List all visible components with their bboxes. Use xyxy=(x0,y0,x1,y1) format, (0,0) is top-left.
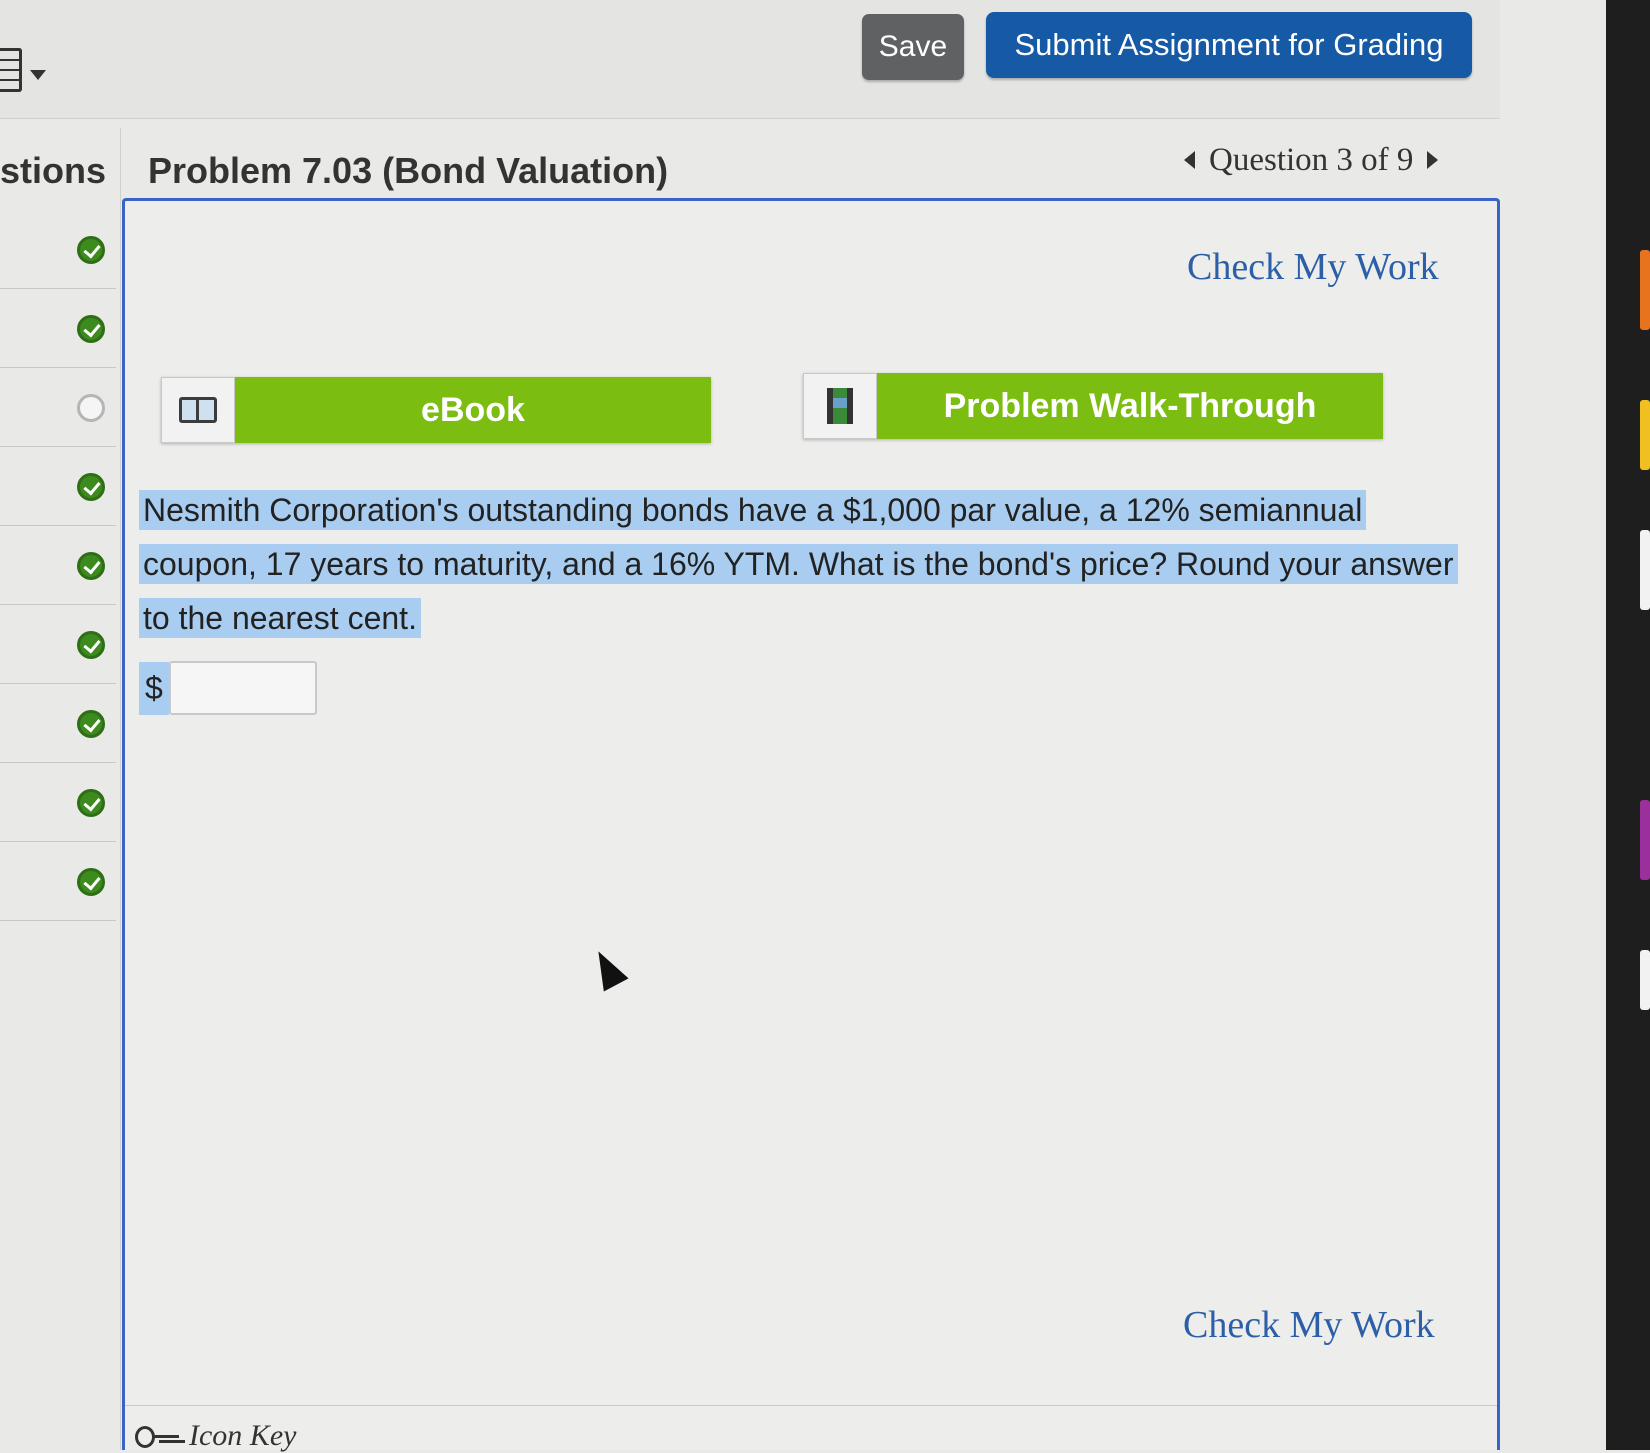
questions-sidebar-title: stions xyxy=(0,150,107,191)
sidebar-divider xyxy=(120,128,121,1450)
check-my-work-link-bottom[interactable]: Check My Work xyxy=(1183,1303,1435,1347)
edge-tab-yellow xyxy=(1640,400,1650,470)
calendar-menu-icon[interactable] xyxy=(0,48,22,92)
chevron-down-icon[interactable] xyxy=(30,70,46,80)
answered-check-icon xyxy=(77,789,105,817)
top-toolbar: Save Submit Assignment for Grading xyxy=(0,0,1500,119)
key-icon xyxy=(135,1426,179,1448)
question-text-highlighted: Nesmith Corporation's outstanding bonds … xyxy=(139,490,1458,638)
check-my-work-link-top[interactable]: Check My Work xyxy=(1187,245,1439,289)
question-item-3[interactable] xyxy=(0,368,116,447)
edge-tab-orange xyxy=(1640,250,1650,330)
edge-tab-purple xyxy=(1640,800,1650,880)
question-item-2[interactable] xyxy=(0,289,116,368)
icon-key-label: Icon Key xyxy=(189,1419,297,1452)
answered-check-icon xyxy=(77,473,105,501)
walkthrough-label: Problem Walk-Through xyxy=(877,373,1383,439)
question-item-8[interactable] xyxy=(0,763,116,842)
question-item-7[interactable] xyxy=(0,684,116,763)
answered-check-icon xyxy=(77,236,105,264)
question-navigator: Question 3 of 9 xyxy=(1184,140,1439,180)
answered-check-icon xyxy=(77,315,105,343)
previous-question-icon[interactable] xyxy=(1184,151,1195,169)
bond-price-input[interactable] xyxy=(168,661,317,715)
next-question-icon[interactable] xyxy=(1427,151,1439,169)
answered-check-icon xyxy=(77,552,105,580)
answered-check-icon xyxy=(77,631,105,659)
film-icon xyxy=(803,373,877,439)
book-icon xyxy=(161,377,235,443)
question-item-6[interactable] xyxy=(0,605,116,684)
question-position-label: Question 3 of 9 xyxy=(1209,141,1414,178)
icon-key-link[interactable]: Icon Key xyxy=(135,1419,296,1453)
ebook-button[interactable]: eBook xyxy=(161,377,711,443)
ebook-label: eBook xyxy=(235,377,711,443)
question-item-5[interactable] xyxy=(0,526,116,605)
screen-bezel xyxy=(1606,0,1650,1450)
currency-symbol: $ xyxy=(139,661,169,715)
edge-tab-white-2 xyxy=(1640,950,1650,1010)
answer-row: $ xyxy=(139,661,317,715)
unanswered-circle-icon xyxy=(77,394,105,422)
question-text: Nesmith Corporation's outstanding bonds … xyxy=(139,483,1479,645)
question-item-4[interactable] xyxy=(0,447,116,526)
answered-check-icon xyxy=(77,868,105,896)
question-item-1[interactable] xyxy=(0,210,116,289)
question-item-9[interactable] xyxy=(0,842,116,921)
problem-walkthrough-button[interactable]: Problem Walk-Through xyxy=(803,373,1383,439)
edge-tab-white xyxy=(1640,530,1650,610)
panel-footer-divider xyxy=(125,1405,1497,1406)
problem-title: Problem 7.03 (Bond Valuation) xyxy=(148,150,669,191)
answered-check-icon xyxy=(77,710,105,738)
question-list xyxy=(0,210,116,921)
question-panel: Check My Work eBook Problem Walk-Through… xyxy=(122,198,1500,1453)
save-button[interactable]: Save xyxy=(862,14,964,80)
submit-assignment-button[interactable]: Submit Assignment for Grading xyxy=(986,12,1472,78)
